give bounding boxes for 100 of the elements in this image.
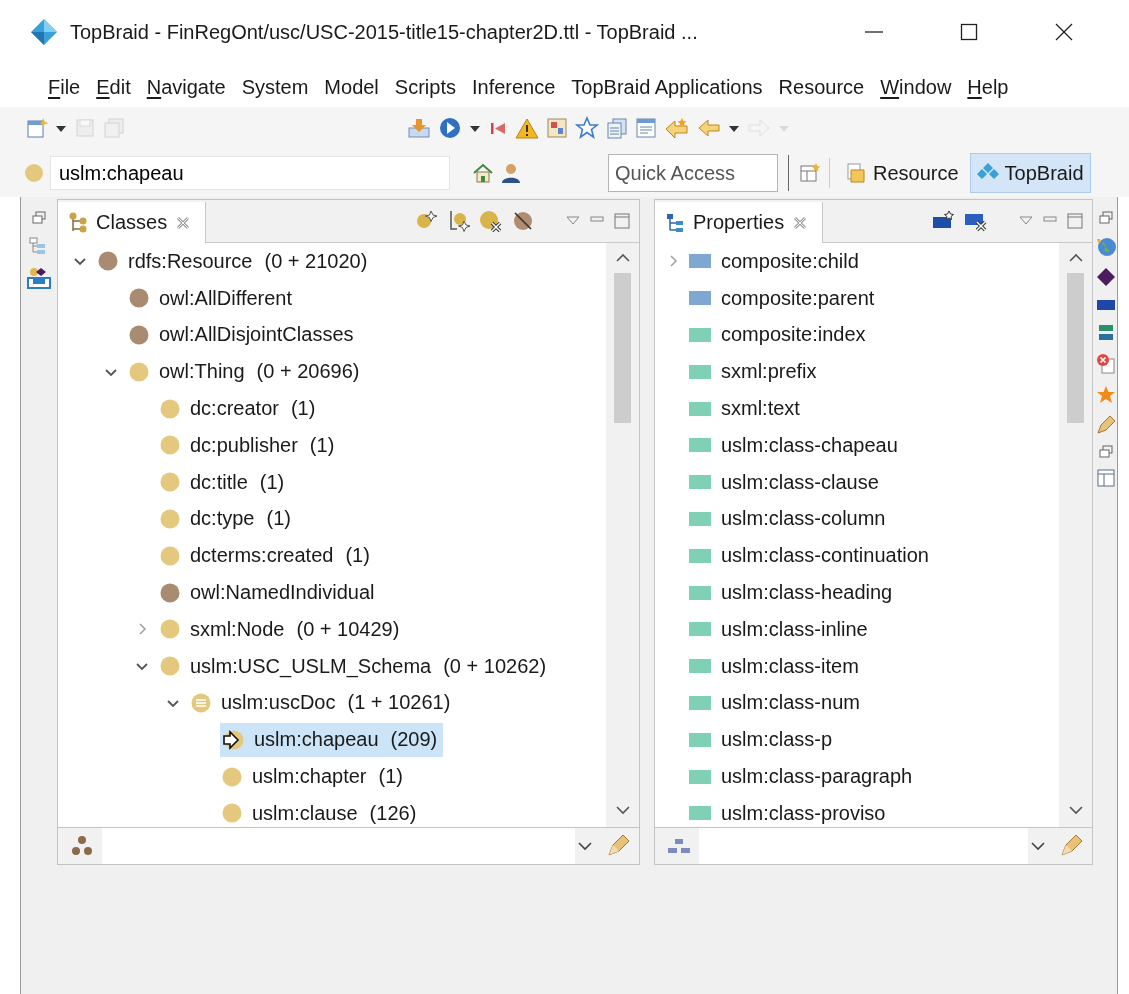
menu-item[interactable]: Help — [959, 68, 1017, 107]
class-tree-item[interactable]: dc:creator (1) — [158, 391, 322, 426]
add-subclass-icon[interactable] — [447, 209, 471, 233]
class-tree-item[interactable]: owl:Thing (0 + 20696) — [127, 354, 366, 389]
menu-item[interactable]: System — [233, 68, 317, 107]
filter-field[interactable] — [102, 828, 575, 864]
scrollbar-thumb[interactable] — [614, 273, 631, 423]
class-dot-icon — [24, 163, 44, 183]
quick-access-field[interactable]: Quick Access — [608, 154, 778, 192]
view-tab[interactable]: Properties — [655, 202, 824, 243]
menu-item[interactable]: File — [40, 68, 89, 107]
rectangle-icon[interactable] — [1096, 297, 1116, 313]
menu-item[interactable]: Scripts — [386, 68, 464, 107]
instance-count: (126) — [369, 801, 417, 825]
class-tree-item[interactable]: dc:title (1) — [158, 465, 291, 500]
menu-item[interactable]: Navigate — [138, 68, 234, 107]
filter-field[interactable] — [699, 828, 1028, 864]
resource-field[interactable]: uslm:chapeau — [50, 156, 450, 190]
window-title: TopBraid - FinRegOnt/usc/USC-2015-title15-chapter2D.ttl - TopBraid ... — [70, 20, 698, 44]
copy-icon[interactable] — [606, 117, 628, 139]
class-tree-item[interactable]: uslm:chapter (1) — [220, 759, 409, 794]
back-arrow-icon[interactable] — [697, 117, 721, 139]
view-tab[interactable]: Classes — [58, 202, 207, 243]
instance-count: (1) — [290, 397, 316, 421]
menu-item[interactable]: TopBraid Applications — [563, 68, 771, 107]
perspective-button[interactable]: Resource — [838, 153, 966, 193]
property-tree-item[interactable]: uslm:class-proviso — [687, 796, 892, 827]
document-icon[interactable] — [635, 117, 657, 139]
maximize-view-icon[interactable] — [1066, 212, 1084, 230]
person-icon[interactable] — [500, 162, 522, 184]
class-tree-item[interactable]: rdfs:Resource (0 + 21020) — [96, 244, 374, 279]
diamond-icon[interactable] — [1096, 267, 1116, 287]
pen-icon[interactable] — [1058, 833, 1084, 859]
menu-item[interactable]: Edit — [88, 68, 139, 107]
menu-item[interactable]: Inference — [463, 68, 564, 107]
layout-icon[interactable] — [1097, 469, 1115, 487]
property-tree-item[interactable]: uslm:class-continuation — [687, 538, 935, 573]
download-icon[interactable] — [407, 117, 431, 139]
globe-icon[interactable] — [1095, 235, 1117, 257]
equal-bars-icon[interactable] — [1097, 323, 1115, 343]
class-tree-item[interactable]: owl:NamedIndividual — [158, 575, 381, 610]
property-tree-item[interactable]: composite:parent — [687, 281, 881, 316]
image-icon[interactable] — [546, 117, 568, 139]
perspective-button[interactable]: TopBraid — [969, 153, 1091, 193]
instances-icon[interactable] — [27, 267, 51, 289]
class-tree-item[interactable]: dc:type (1) — [158, 501, 297, 536]
property-tree-item[interactable]: uslm:class-paragraph — [687, 759, 919, 794]
property-tree-item[interactable]: sxml:prefix — [687, 354, 823, 389]
close-tab-icon[interactable] — [175, 214, 192, 231]
pen-icon[interactable] — [605, 833, 631, 859]
property-tree-item[interactable]: uslm:class-num — [687, 685, 866, 720]
instance-count: (0 + 20696) — [256, 360, 360, 384]
property-tree-item[interactable]: uslm:class-p — [687, 722, 839, 757]
class-tree-item[interactable]: uslm:chapeau (209) — [220, 722, 444, 757]
restore-icon[interactable] — [1099, 445, 1113, 459]
open-perspective-icon[interactable] — [799, 162, 821, 184]
scroll-down-icon[interactable] — [614, 805, 631, 817]
delete-class-icon[interactable] — [479, 209, 503, 233]
star-icon[interactable] — [575, 116, 599, 140]
run-icon[interactable] — [438, 116, 462, 140]
instance-count: (0 + 21020) — [264, 249, 368, 273]
folder-icon — [845, 162, 867, 184]
property-tree-item[interactable]: uslm:class-heading — [687, 575, 899, 610]
property-tree-item[interactable]: composite:child — [687, 244, 865, 279]
class-tree-item[interactable]: uslm:clause (126) — [220, 796, 423, 827]
menu-item[interactable]: Window — [872, 68, 960, 107]
property-tree-item[interactable]: uslm:class-chapeau — [687, 428, 904, 463]
scroll-up-icon[interactable] — [614, 251, 631, 263]
class-tree-item[interactable]: dc:publisher (1) — [158, 428, 341, 463]
maximize-view-icon[interactable] — [613, 212, 631, 230]
pen-icon[interactable] — [1096, 415, 1116, 435]
app-logo-icon — [30, 18, 58, 46]
class-tree-item[interactable]: dcterms:created (1) — [158, 538, 376, 573]
scroll-down-icon[interactable] — [1067, 805, 1084, 817]
property-tree-item[interactable]: sxml:text — [687, 391, 806, 426]
class-tree-item[interactable]: sxml:Node (0 + 10429) — [158, 612, 406, 647]
restore-icon[interactable] — [1099, 211, 1113, 225]
class-group-icon[interactable] — [70, 835, 94, 857]
star-icon[interactable] — [1096, 385, 1116, 405]
back-arrow-icon[interactable] — [664, 117, 690, 139]
class-tree-item[interactable]: uslm:USC_USLM_Schema (0 + 10262) — [158, 649, 553, 684]
class-tree-item[interactable]: uslm:uscDoc (1 + 10261) — [189, 685, 457, 720]
menu-item[interactable]: Resource — [770, 68, 873, 107]
warning-icon[interactable] — [515, 117, 539, 139]
restore-icon[interactable] — [32, 211, 46, 225]
class-tree-item[interactable]: owl:AllDisjointClasses — [127, 318, 360, 352]
hide-class-icon[interactable] — [511, 209, 535, 233]
property-tree-item[interactable]: uslm:class-inline — [687, 612, 874, 647]
menu-item[interactable]: Model — [316, 68, 387, 107]
home-icon[interactable] — [472, 162, 494, 184]
scroll-up-icon[interactable] — [1067, 251, 1084, 263]
property-tree-item[interactable]: composite:index — [687, 318, 872, 352]
error-document-icon[interactable] — [1096, 353, 1116, 375]
property-tree-item[interactable]: uslm:class-column — [687, 501, 892, 536]
close-tab-icon[interactable] — [792, 214, 809, 231]
new-file-icon[interactable] — [26, 117, 48, 139]
scrollbar-thumb[interactable] — [1067, 273, 1084, 423]
property-tree-item[interactable]: uslm:class-clause — [687, 465, 885, 500]
class-tree-item[interactable]: owl:AllDifferent — [127, 281, 299, 316]
property-tree-item[interactable]: uslm:class-item — [687, 649, 865, 684]
